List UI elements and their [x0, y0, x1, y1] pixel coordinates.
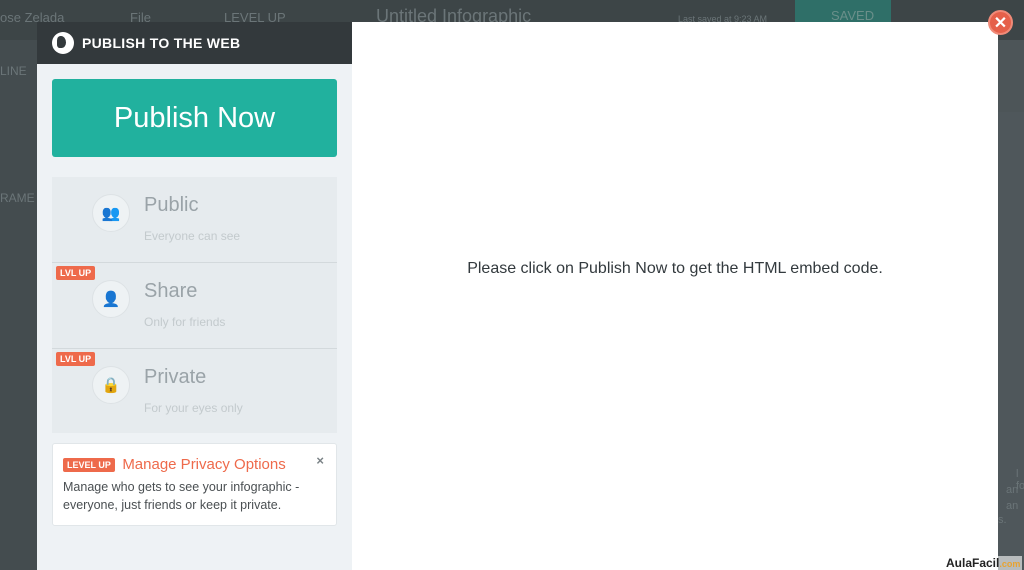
privacy-upsell-card: LEVEL UP Manage Privacy Options × Manage… [52, 443, 337, 526]
close-modal-button[interactable]: ✕ [988, 10, 1013, 35]
user-share-icon: 👤 [92, 280, 130, 318]
close-icon[interactable]: × [316, 453, 324, 468]
watermark-text: AulaFacil [946, 556, 1000, 570]
globe-icon [52, 32, 74, 54]
card-description: Manage who gets to see your infographic … [63, 480, 300, 512]
lvl-up-badge: LVL UP [56, 266, 96, 280]
option-public[interactable]: 👥 Public Everyone can see [52, 177, 337, 263]
option-private[interactable]: LVL UP 🔒 Private For your eyes only [52, 349, 337, 435]
option-share[interactable]: LVL UP 👤 Share Only for friends [52, 263, 337, 349]
group-icon: 👥 [92, 194, 130, 232]
publish-modal: PUBLISH TO THE WEB Publish Now 👥 Public … [37, 22, 998, 570]
watermark-logo: AulaFacil.com [944, 556, 1023, 570]
background-sidebar: LINE RAME [0, 40, 37, 570]
modal-header: PUBLISH TO THE WEB [37, 22, 352, 64]
bg-label: LINE [0, 64, 27, 78]
option-subtitle: Only for friends [144, 315, 226, 329]
publish-now-button[interactable]: Publish Now [52, 79, 337, 157]
lock-icon: 🔒 [92, 366, 130, 404]
publish-sidebar: PUBLISH TO THE WEB Publish Now 👥 Public … [37, 22, 352, 570]
bg-text: s. [998, 514, 1007, 526]
embed-message: Please click on Publish Now to get the H… [467, 260, 883, 277]
watermark-suffix: .com [999, 559, 1021, 569]
bg-text: an [1006, 484, 1019, 496]
privacy-options: 👥 Public Everyone can see LVL UP 👤 Share… [52, 177, 337, 433]
manage-privacy-link[interactable]: Manage Privacy Options [122, 456, 285, 473]
option-title: Public [144, 194, 199, 216]
modal-title: PUBLISH TO THE WEB [82, 35, 241, 51]
bg-text: an [1006, 500, 1019, 512]
option-title: Private [144, 366, 207, 388]
option-title: Share [144, 280, 198, 302]
level-up-badge: LEVEL UP [63, 457, 115, 472]
lvl-up-badge: LVL UP [56, 352, 96, 366]
background-canvas-text: l for an an s. [998, 112, 1024, 570]
bg-label: RAME [0, 191, 35, 205]
option-subtitle: For your eyes only [144, 401, 243, 415]
option-subtitle: Everyone can see [144, 229, 241, 243]
